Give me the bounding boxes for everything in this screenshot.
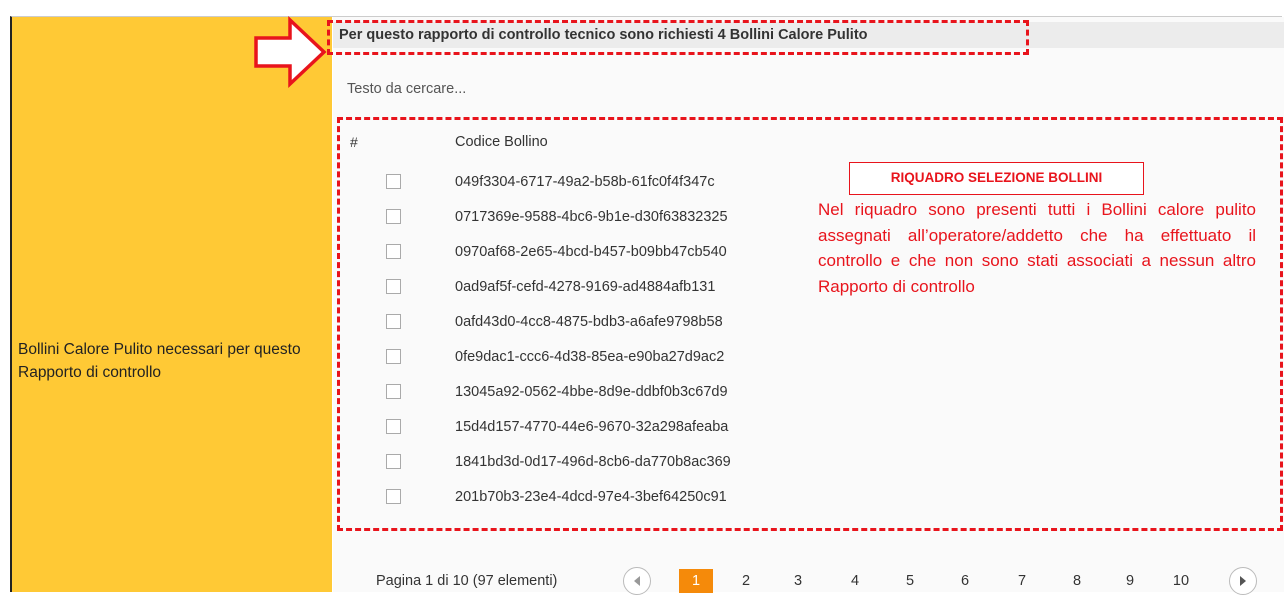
row-code: 0970af68-2e65-4bcd-b457-b09bb47cb540 [455,244,727,260]
page-link[interactable]: 4 [838,573,872,589]
column-header-index: # [350,134,358,150]
row-code: 0fe9dac1-ccc6-4d38-85ea-e90ba27d9ac2 [455,349,725,365]
row-code: 15d4d157-4770-44e6-9670-32a298afeaba [455,419,729,435]
row-code: 13045a92-0562-4bbe-8d9e-ddbf0b3c67d9 [455,384,728,400]
header-annotation-box [327,20,1029,55]
chevron-right-icon [1240,576,1246,586]
next-page-button[interactable] [1229,567,1257,595]
row-checkbox[interactable] [386,314,401,329]
field-label: Bollini Calore Pulito necessari per ques… [18,341,301,381]
row-checkbox[interactable] [386,349,401,364]
page-link[interactable]: 2 [729,573,763,589]
page-link[interactable]: 5 [893,573,927,589]
annotation-note: Nel riquadro sono presenti tutti i Bolli… [818,200,1256,296]
row-code: 0afd43d0-4cc8-4875-bdb3-a6afe9798b58 [455,314,723,330]
row-code: 0717369e-9588-4bc6-9b1e-d30f63832325 [455,209,728,225]
row-code: 049f3304-6717-49a2-b58b-61fc0f4f347c [455,174,715,190]
row-checkbox[interactable] [386,174,401,189]
page-link[interactable]: 8 [1060,573,1094,589]
annotation-title: RIQUADRO SELEZIONE BOLLINI [890,170,1103,185]
page-link[interactable]: 3 [781,573,815,589]
prev-page-button[interactable] [623,567,651,595]
row-checkbox[interactable] [386,489,401,504]
label-panel [12,17,332,592]
row-code: 1841bd3d-0d17-496d-8cb6-da770b8ac369 [455,454,731,470]
row-checkbox[interactable] [386,384,401,399]
search-input[interactable] [345,72,949,106]
row-checkbox[interactable] [386,419,401,434]
page-link[interactable]: 9 [1113,573,1147,589]
page-link[interactable]: 6 [948,573,982,589]
row-checkbox[interactable] [386,454,401,469]
row-checkbox[interactable] [386,279,401,294]
row-code: 0ad9af5f-cefd-4278-9169-ad4884afb131 [455,279,716,295]
chevron-left-icon [634,576,640,586]
pager-info: Pagina 1 di 10 (97 elementi) [376,573,558,589]
page-current[interactable]: 1 [679,569,713,593]
page-link[interactable]: 10 [1164,573,1198,589]
red-arrow-right-icon [254,15,327,89]
page-link[interactable]: 7 [1005,573,1039,589]
row-checkbox[interactable] [386,209,401,224]
row-code: 201b70b3-23e4-4dcd-97e4-3bef64250c91 [455,489,727,505]
row-checkbox[interactable] [386,244,401,259]
column-header-code[interactable]: Codice Bollino [455,134,548,150]
